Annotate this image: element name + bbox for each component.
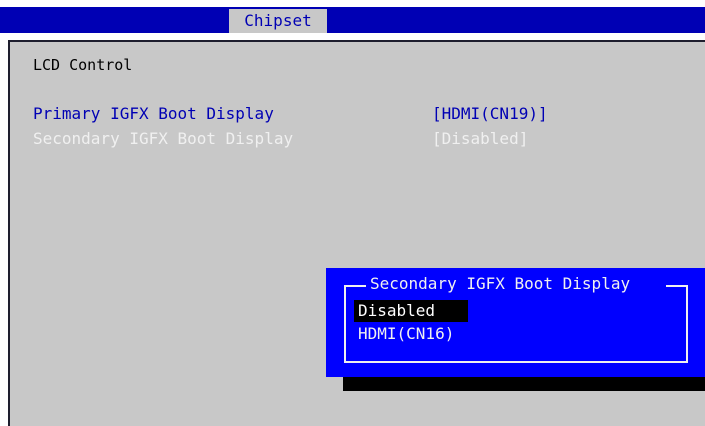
primary-igfx-boot-display-value[interactable]: [HDMI(CN19)]: [432, 104, 548, 123]
section-title: LCD Control: [33, 56, 133, 74]
primary-igfx-boot-display-label[interactable]: Primary IGFX Boot Display: [33, 104, 274, 123]
popup-frame-top-right: [666, 285, 688, 287]
option-hdmi-cn16[interactable]: HDMI(CN16): [354, 323, 454, 345]
popup-frame-top-left: [344, 285, 366, 287]
secondary-igfx-boot-display-label[interactable]: Secondary IGFX Boot Display: [33, 129, 293, 148]
option-disabled[interactable]: Disabled: [354, 300, 468, 322]
secondary-igfx-boot-display-value[interactable]: [Disabled]: [432, 129, 528, 148]
tab-chipset[interactable]: Chipset: [229, 9, 327, 33]
popup-shadow: [343, 377, 705, 391]
popup-title: Secondary IGFX Boot Display: [370, 274, 631, 293]
top-menu-bar: [0, 7, 705, 33]
